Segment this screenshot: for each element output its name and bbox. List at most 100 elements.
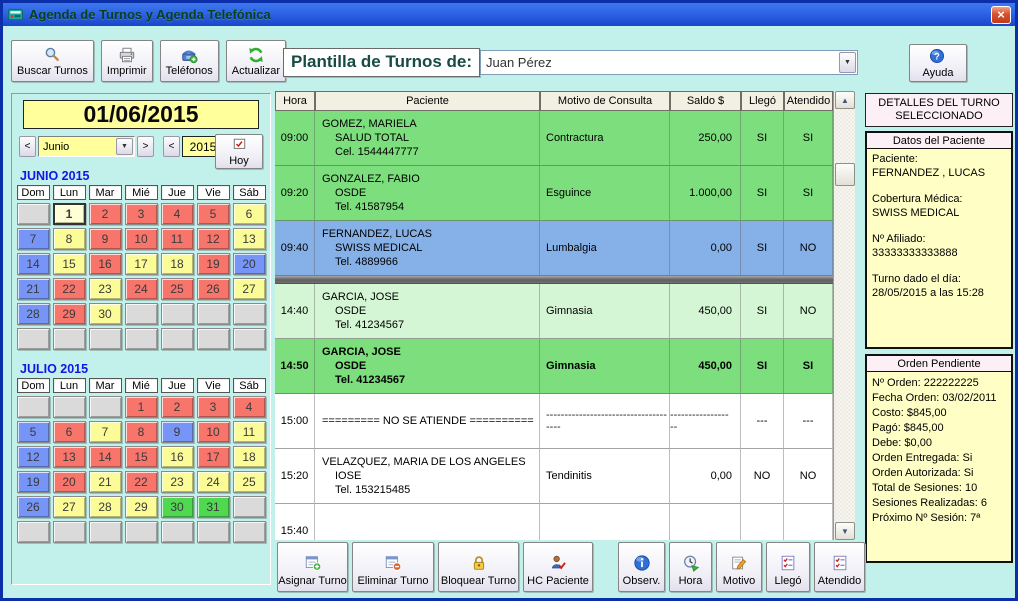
calendar-day-cell[interactable]: 30 (161, 496, 194, 518)
calendar-day-cell[interactable]: 16 (89, 253, 122, 275)
calendar-day-cell[interactable]: 16 (161, 446, 194, 468)
help-button[interactable]: ? Ayuda (909, 44, 967, 82)
calendar-day-cell[interactable]: 13 (53, 446, 86, 468)
calendar-day-cell[interactable]: 17 (125, 253, 158, 275)
calendar-day-cell[interactable]: 15 (53, 253, 86, 275)
calendar-day-cell[interactable]: 22 (53, 278, 86, 300)
month-dropdown-button[interactable]: ▼ (116, 138, 133, 155)
calendar-day-cell[interactable]: 31 (197, 496, 230, 518)
calendar-day-cell[interactable]: 17 (197, 446, 230, 468)
calendar-day-cell[interactable]: 5 (197, 203, 230, 225)
calendar-day-cell[interactable]: 26 (17, 496, 50, 518)
motivo-button[interactable]: Motivo (716, 542, 762, 592)
imprimir-button[interactable]: Imprimir (101, 40, 153, 82)
observ-button[interactable]: Observ. (618, 542, 665, 592)
prev-month-button[interactable]: < (19, 136, 36, 157)
telefonos-button[interactable]: Teléfonos (160, 40, 219, 82)
calendar-day-cell[interactable]: 9 (89, 228, 122, 250)
column-header[interactable]: Saldo $ (670, 91, 741, 111)
calendar-day-cell[interactable]: 9 (161, 421, 194, 443)
actualizar-button[interactable]: Actualizar (226, 40, 286, 82)
table-row[interactable]: 09:20GONZALEZ, FABIOOSDETel. 41587954Esg… (275, 166, 833, 221)
llego-button[interactable]: Llegó (766, 542, 810, 592)
prev-year-button[interactable]: < (163, 136, 180, 157)
today-button[interactable]: Hoy (215, 134, 263, 169)
calendar-day-cell[interactable]: 2 (161, 396, 194, 418)
table-row[interactable]: 15:20VELAZQUEZ, MARIA DE LOS ANGELESIOSE… (275, 449, 833, 504)
calendar-day-cell[interactable]: 27 (233, 278, 266, 300)
calendar-day-cell[interactable]: 7 (89, 421, 122, 443)
combobox-dropdown-button[interactable]: ▼ (839, 52, 856, 73)
calendar-day-cell[interactable]: 20 (53, 471, 86, 493)
calendar-day-cell[interactable]: 29 (53, 303, 86, 325)
calendar-day-cell[interactable]: 25 (161, 278, 194, 300)
close-button[interactable]: × (991, 6, 1011, 24)
professional-combobox[interactable]: Juan Pérez ▼ (480, 50, 858, 75)
calendar-day-cell[interactable]: 12 (17, 446, 50, 468)
calendar-day-cell[interactable]: 1 (53, 203, 86, 225)
scroll-up-button[interactable]: ▲ (835, 91, 855, 109)
calendar-day-cell[interactable]: 28 (17, 303, 50, 325)
calendar-day-cell[interactable]: 11 (161, 228, 194, 250)
calendar-day-cell[interactable]: 20 (233, 253, 266, 275)
column-header[interactable]: Paciente (315, 91, 540, 111)
calendar-day-cell[interactable]: 21 (17, 278, 50, 300)
calendar-day-cell[interactable]: 25 (233, 471, 266, 493)
calendar-day-cell[interactable]: 6 (53, 421, 86, 443)
calendar-day-cell[interactable]: 14 (89, 446, 122, 468)
calendar-day-cell[interactable]: 2 (89, 203, 122, 225)
calendar-day-cell[interactable]: 6 (233, 203, 266, 225)
calendar-day-cell[interactable]: 4 (161, 203, 194, 225)
calendar-day-cell[interactable]: 4 (233, 396, 266, 418)
calendar-day-cell[interactable]: 10 (125, 228, 158, 250)
bloquear-turno-button[interactable]: Bloquear Turno (438, 542, 519, 592)
next-month-button[interactable]: > (137, 136, 154, 157)
table-row[interactable]: 15:00========= NO SE ATIENDE ==========-… (275, 394, 833, 449)
calendar-day-cell[interactable]: 19 (197, 253, 230, 275)
calendar-day-cell[interactable]: 18 (161, 253, 194, 275)
table-row[interactable]: 09:00GOMEZ, MARIELASALUD TOTALCel. 15444… (275, 111, 833, 166)
calendar-day-cell[interactable]: 11 (233, 421, 266, 443)
calendar-day-cell[interactable]: 19 (17, 471, 50, 493)
calendar-day-cell[interactable]: 8 (53, 228, 86, 250)
calendar-day-cell[interactable]: 24 (125, 278, 158, 300)
table-row[interactable]: 15:40 (275, 504, 833, 540)
calendar-day-cell[interactable]: 3 (125, 203, 158, 225)
column-header[interactable]: Atendido (784, 91, 833, 111)
calendar-day-cell[interactable]: 24 (197, 471, 230, 493)
calendar-day-cell[interactable]: 1 (125, 396, 158, 418)
table-row[interactable]: 14:50GARCIA, JOSEOSDETel. 41234567Gimnas… (275, 339, 833, 394)
hora-button[interactable]: Hora (669, 542, 712, 592)
scrollbar-thumb[interactable] (835, 163, 855, 186)
column-header[interactable]: Llegó (741, 91, 784, 111)
calendar-day-cell[interactable]: 7 (17, 228, 50, 250)
calendar-day-cell[interactable]: 29 (125, 496, 158, 518)
calendar-day-cell[interactable]: 30 (89, 303, 122, 325)
column-header[interactable]: Hora (275, 91, 315, 111)
calendar-day-cell[interactable]: 10 (197, 421, 230, 443)
calendar-day-cell[interactable]: 3 (197, 396, 230, 418)
hc-paciente-button[interactable]: HC Paciente (523, 542, 593, 592)
buscar-turnos-button[interactable]: Buscar Turnos (11, 40, 94, 82)
table-row[interactable]: 09:40FERNANDEZ, LUCASSWISS MEDICALTel. 4… (275, 221, 833, 276)
calendar-day-cell[interactable]: 18 (233, 446, 266, 468)
calendar-day-cell[interactable]: 5 (17, 421, 50, 443)
calendar-day-cell[interactable]: 8 (125, 421, 158, 443)
column-header[interactable]: Motivo de Consulta (540, 91, 670, 111)
scroll-down-button[interactable]: ▼ (835, 522, 855, 540)
calendar-day-cell[interactable]: 26 (197, 278, 230, 300)
calendar-day-cell[interactable]: 23 (161, 471, 194, 493)
calendar-day-cell[interactable]: 23 (89, 278, 122, 300)
calendar-day-cell[interactable]: 12 (197, 228, 230, 250)
calendar-day-cell[interactable]: 14 (17, 253, 50, 275)
month-combobox[interactable]: Junio ▼ (38, 136, 135, 157)
asignar-turno-button[interactable]: Asignar Turno (277, 542, 348, 592)
calendar-day-cell[interactable]: 15 (125, 446, 158, 468)
calendar-day-cell[interactable]: 22 (125, 471, 158, 493)
calendar-day-cell[interactable]: 28 (89, 496, 122, 518)
calendar-day-cell[interactable]: 27 (53, 496, 86, 518)
eliminar-turno-button[interactable]: Eliminar Turno (352, 542, 434, 592)
calendar-day-cell[interactable]: 21 (89, 471, 122, 493)
atendido-button[interactable]: Atendido (814, 542, 865, 592)
table-row[interactable]: 14:40GARCIA, JOSEOSDETel. 41234567Gimnas… (275, 284, 833, 339)
